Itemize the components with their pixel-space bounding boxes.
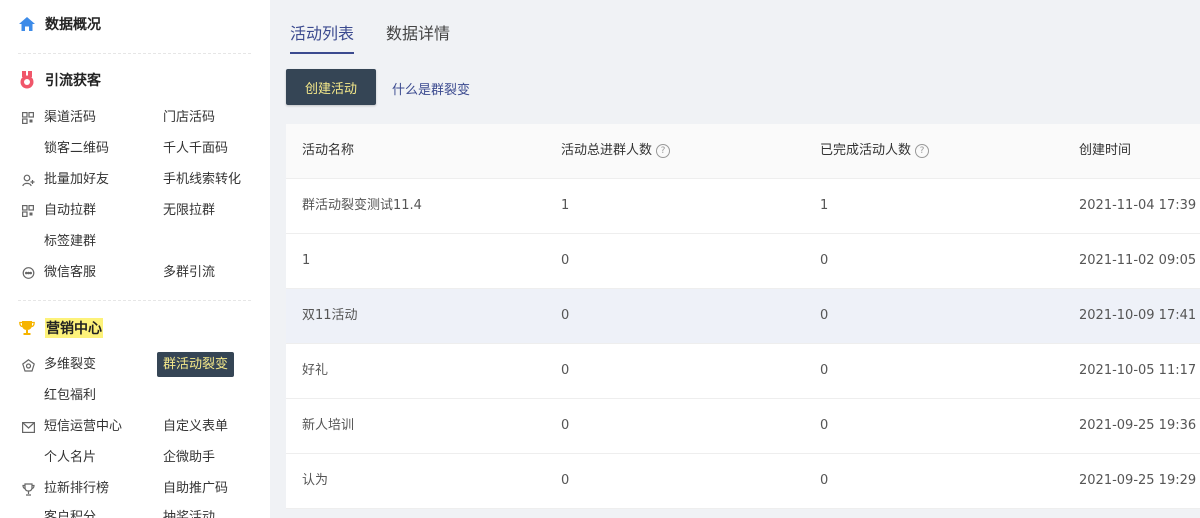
table-row[interactable]: 认为 0 0 2021-09-25 19:29 bbox=[286, 454, 1200, 509]
cell-activity-name: 群活动裂变测试11.4 bbox=[302, 198, 422, 213]
table-header: 活动名称 活动总进群人数 ? 已完成活动人数 ? 创建时间 bbox=[286, 124, 1200, 179]
cell-created-time: 2021-10-05 11:17 bbox=[1079, 363, 1197, 378]
divider bbox=[18, 300, 251, 301]
what-is-fission-link[interactable]: 什么是群裂变 bbox=[392, 79, 470, 98]
sidebar-item-multi-group[interactable]: 多群引流 bbox=[163, 263, 215, 283]
section-title-traffic: 引流获客 bbox=[45, 73, 101, 89]
sidebar-section-marketing: 营销中心 bbox=[18, 318, 103, 338]
cell-created-time: 2021-09-25 19:36 bbox=[1079, 418, 1197, 433]
sidebar-item-personalized-code[interactable]: 千人千面码 bbox=[163, 139, 228, 159]
cell-total-joined: 0 bbox=[561, 308, 570, 323]
activity-table: 活动名称 活动总进群人数 ? 已完成活动人数 ? 创建时间 群活动裂变测试11.… bbox=[286, 124, 1200, 509]
sidebar-item-sms-center[interactable]: 短信运营中心 bbox=[21, 417, 122, 437]
sidebar-item-channel-code[interactable]: 渠道活码 bbox=[21, 108, 96, 128]
cell-created-time: 2021-10-09 17:41 bbox=[1079, 308, 1197, 323]
table-row[interactable]: 好礼 0 0 2021-10-05 11:17 bbox=[286, 344, 1200, 399]
cell-completed: 1 bbox=[820, 198, 829, 213]
medal-icon bbox=[18, 71, 36, 89]
cell-total-joined: 0 bbox=[561, 363, 570, 378]
table-row[interactable]: 1 0 0 2021-11-02 09:05 bbox=[286, 234, 1200, 289]
sidebar-overview[interactable]: 数据概况 bbox=[18, 14, 101, 34]
sidebar: 数据概况 引流获客 渠道活码 门店活码 锁客二维码 千人千面码 批量加好友 手机… bbox=[0, 0, 270, 518]
sidebar-item-store-code[interactable]: 门店活码 bbox=[163, 108, 215, 128]
cell-total-joined: 0 bbox=[561, 253, 570, 268]
cell-total-joined: 0 bbox=[561, 418, 570, 433]
cell-activity-name: 双11活动 bbox=[302, 308, 358, 323]
tab-bar: 活动列表 数据详情 bbox=[290, 20, 482, 54]
sidebar-item-leaderboard[interactable]: 拉新排行榜 bbox=[21, 479, 109, 499]
cell-completed: 0 bbox=[820, 473, 829, 488]
cell-completed: 0 bbox=[820, 308, 829, 323]
divider bbox=[18, 53, 251, 54]
cell-completed: 0 bbox=[820, 418, 829, 433]
table-row[interactable]: 群活动裂变测试11.4 1 1 2021-11-04 17:39 bbox=[286, 179, 1200, 234]
sidebar-item-unlimited-group[interactable]: 无限拉群 bbox=[163, 201, 215, 221]
table-row[interactable]: 新人培训 0 0 2021-09-25 19:36 bbox=[286, 399, 1200, 454]
mail-icon bbox=[21, 420, 35, 434]
qrcode-icon bbox=[21, 204, 35, 218]
cell-created-time: 2021-11-02 09:05 bbox=[1079, 253, 1197, 268]
sidebar-item-batch-add-friends[interactable]: 批量加好友 bbox=[21, 170, 109, 190]
chat-icon bbox=[21, 266, 35, 280]
sidebar-item-promo-code[interactable]: 自助推广码 bbox=[163, 479, 228, 499]
cell-activity-name: 新人培训 bbox=[302, 418, 355, 433]
sidebar-item-customer-points[interactable]: 客户积分 bbox=[44, 508, 96, 518]
section-title-marketing: 营销中心 bbox=[45, 318, 103, 338]
sidebar-item-business-card[interactable]: 个人名片 bbox=[44, 448, 96, 468]
table-row[interactable]: 双11活动 0 0 2021-10-09 17:41 bbox=[286, 289, 1200, 344]
main-content: 活动列表 数据详情 创建活动 什么是群裂变 活动名称 活动总进群人数 ? 已完成… bbox=[286, 0, 1200, 518]
sidebar-item-red-packet[interactable]: 红包福利 bbox=[44, 386, 96, 406]
cell-activity-name: 好礼 bbox=[302, 363, 329, 378]
help-icon[interactable]: ? bbox=[656, 144, 671, 158]
sidebar-item-multi-fission[interactable]: 多维裂变 bbox=[21, 355, 96, 375]
trophy-icon bbox=[18, 319, 36, 337]
column-header-total-joined: 活动总进群人数 ? bbox=[561, 124, 671, 178]
cell-created-time: 2021-11-04 17:39 bbox=[1079, 198, 1197, 213]
qrcode-icon bbox=[21, 111, 35, 125]
sidebar-item-lock-qrcode[interactable]: 锁客二维码 bbox=[44, 139, 109, 159]
tab-data-details[interactable]: 数据详情 bbox=[386, 20, 450, 54]
sidebar-item-group-fission[interactable]: 群活动裂变 bbox=[157, 352, 235, 377]
cell-created-time: 2021-09-25 19:29 bbox=[1079, 473, 1197, 488]
column-header-created-time: 创建时间 bbox=[1079, 143, 1132, 158]
cell-completed: 0 bbox=[820, 363, 829, 378]
cell-activity-name: 1 bbox=[302, 253, 311, 268]
create-activity-button[interactable]: 创建活动 bbox=[286, 69, 376, 105]
home-icon bbox=[18, 15, 36, 33]
sidebar-item-phone-lead[interactable]: 手机线索转化 bbox=[163, 170, 241, 190]
sidebar-item-custom-form[interactable]: 自定义表单 bbox=[163, 417, 228, 437]
sidebar-item-auto-group[interactable]: 自动拉群 bbox=[21, 201, 96, 221]
sidebar-section-traffic: 引流获客 bbox=[18, 70, 101, 90]
sidebar-item-wechat-service[interactable]: 微信客服 bbox=[21, 263, 96, 283]
cell-activity-name: 认为 bbox=[302, 473, 329, 488]
sidebar-item-wecom-assistant[interactable]: 企微助手 bbox=[163, 448, 215, 468]
column-header-completed: 已完成活动人数 ? bbox=[820, 124, 930, 178]
column-header-name: 活动名称 bbox=[302, 143, 355, 158]
help-icon[interactable]: ? bbox=[915, 144, 930, 158]
sidebar-item-lottery[interactable]: 抽奖活动 bbox=[163, 508, 215, 518]
cup-icon bbox=[21, 482, 35, 496]
sidebar-overview-label: 数据概况 bbox=[45, 17, 101, 33]
add-friend-icon bbox=[21, 173, 35, 187]
tab-activity-list[interactable]: 活动列表 bbox=[290, 20, 355, 54]
cell-total-joined: 0 bbox=[561, 473, 570, 488]
sidebar-item-tag-group[interactable]: 标签建群 bbox=[44, 232, 96, 252]
cell-completed: 0 bbox=[820, 253, 829, 268]
cell-total-joined: 1 bbox=[561, 198, 570, 213]
pentagon-icon bbox=[21, 358, 35, 372]
